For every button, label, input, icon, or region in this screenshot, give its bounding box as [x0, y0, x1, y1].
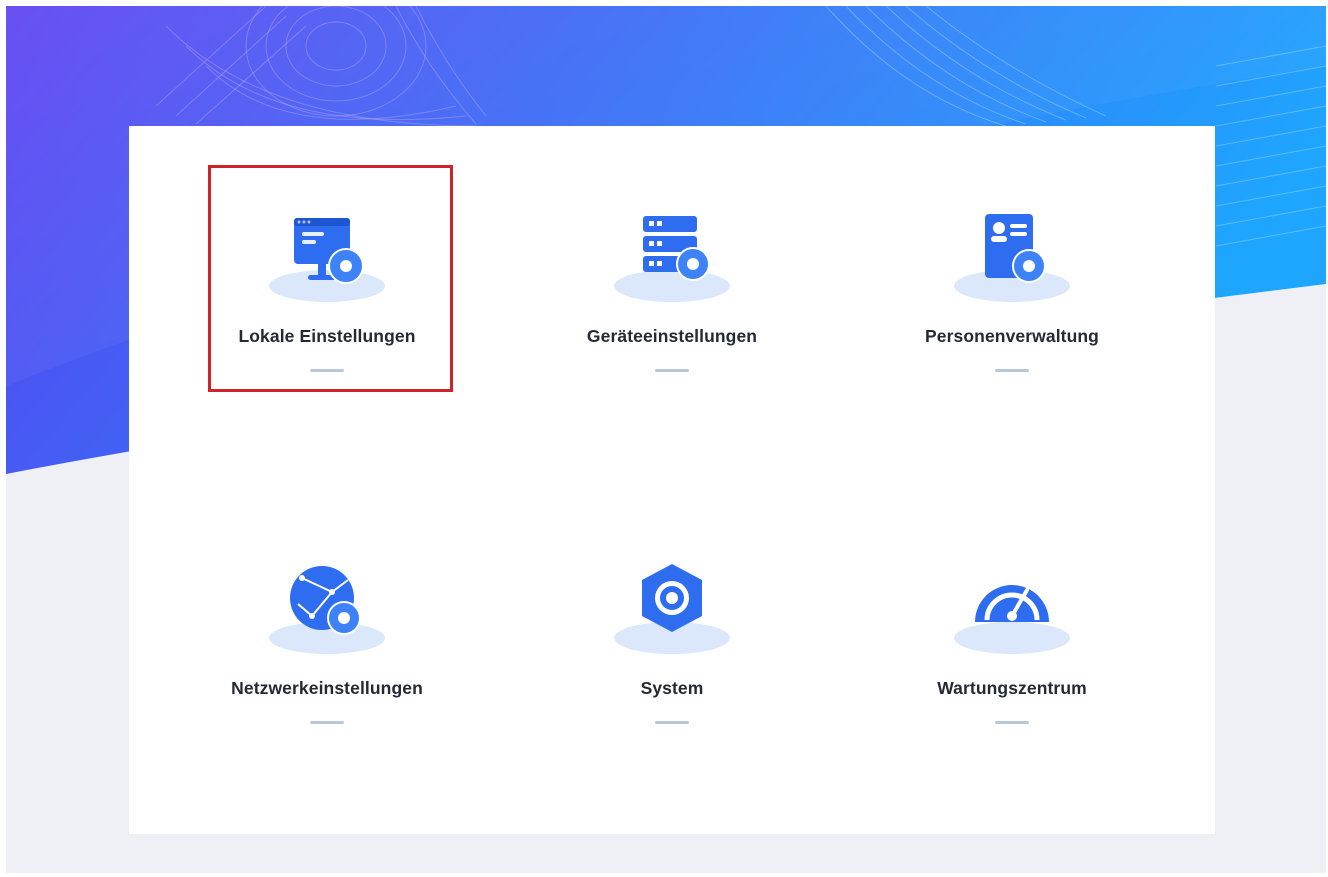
hexagon-gear-icon [614, 564, 730, 654]
tile-underline [655, 721, 689, 724]
menu-tile-system[interactable]: System [507, 522, 837, 752]
globe-gear-icon [269, 566, 385, 654]
menu-tile-label: Netzwerkeinstellungen [231, 678, 423, 698]
menu-tile-label: Personenverwaltung [925, 326, 1099, 346]
menu-tile-person-management[interactable]: Personenverwaltung [847, 170, 1177, 400]
server-gear-icon [614, 216, 730, 302]
tile-underline [310, 721, 344, 724]
menu-tile-device-settings[interactable]: Geräteeinstellungen [507, 170, 837, 400]
menu-tile-label: System [640, 678, 704, 698]
app-frame: Lokale Einstellungen Geräteeinstellungen [6, 6, 1326, 873]
menu-tile-maintenance-center[interactable]: Wartungszentrum [847, 522, 1177, 752]
tile-underline [655, 369, 689, 372]
menu-tile-label: Geräteeinstellungen [586, 326, 758, 346]
gauge-icon [954, 585, 1070, 654]
tile-underline [995, 369, 1029, 372]
person-card-gear-icon [954, 214, 1070, 302]
tile-underline [995, 721, 1029, 724]
menu-tile-network-settings[interactable]: Netzwerkeinstellungen [162, 522, 492, 752]
menu-tile-label: Wartungszentrum [937, 678, 1087, 698]
selection-highlight [208, 165, 453, 392]
